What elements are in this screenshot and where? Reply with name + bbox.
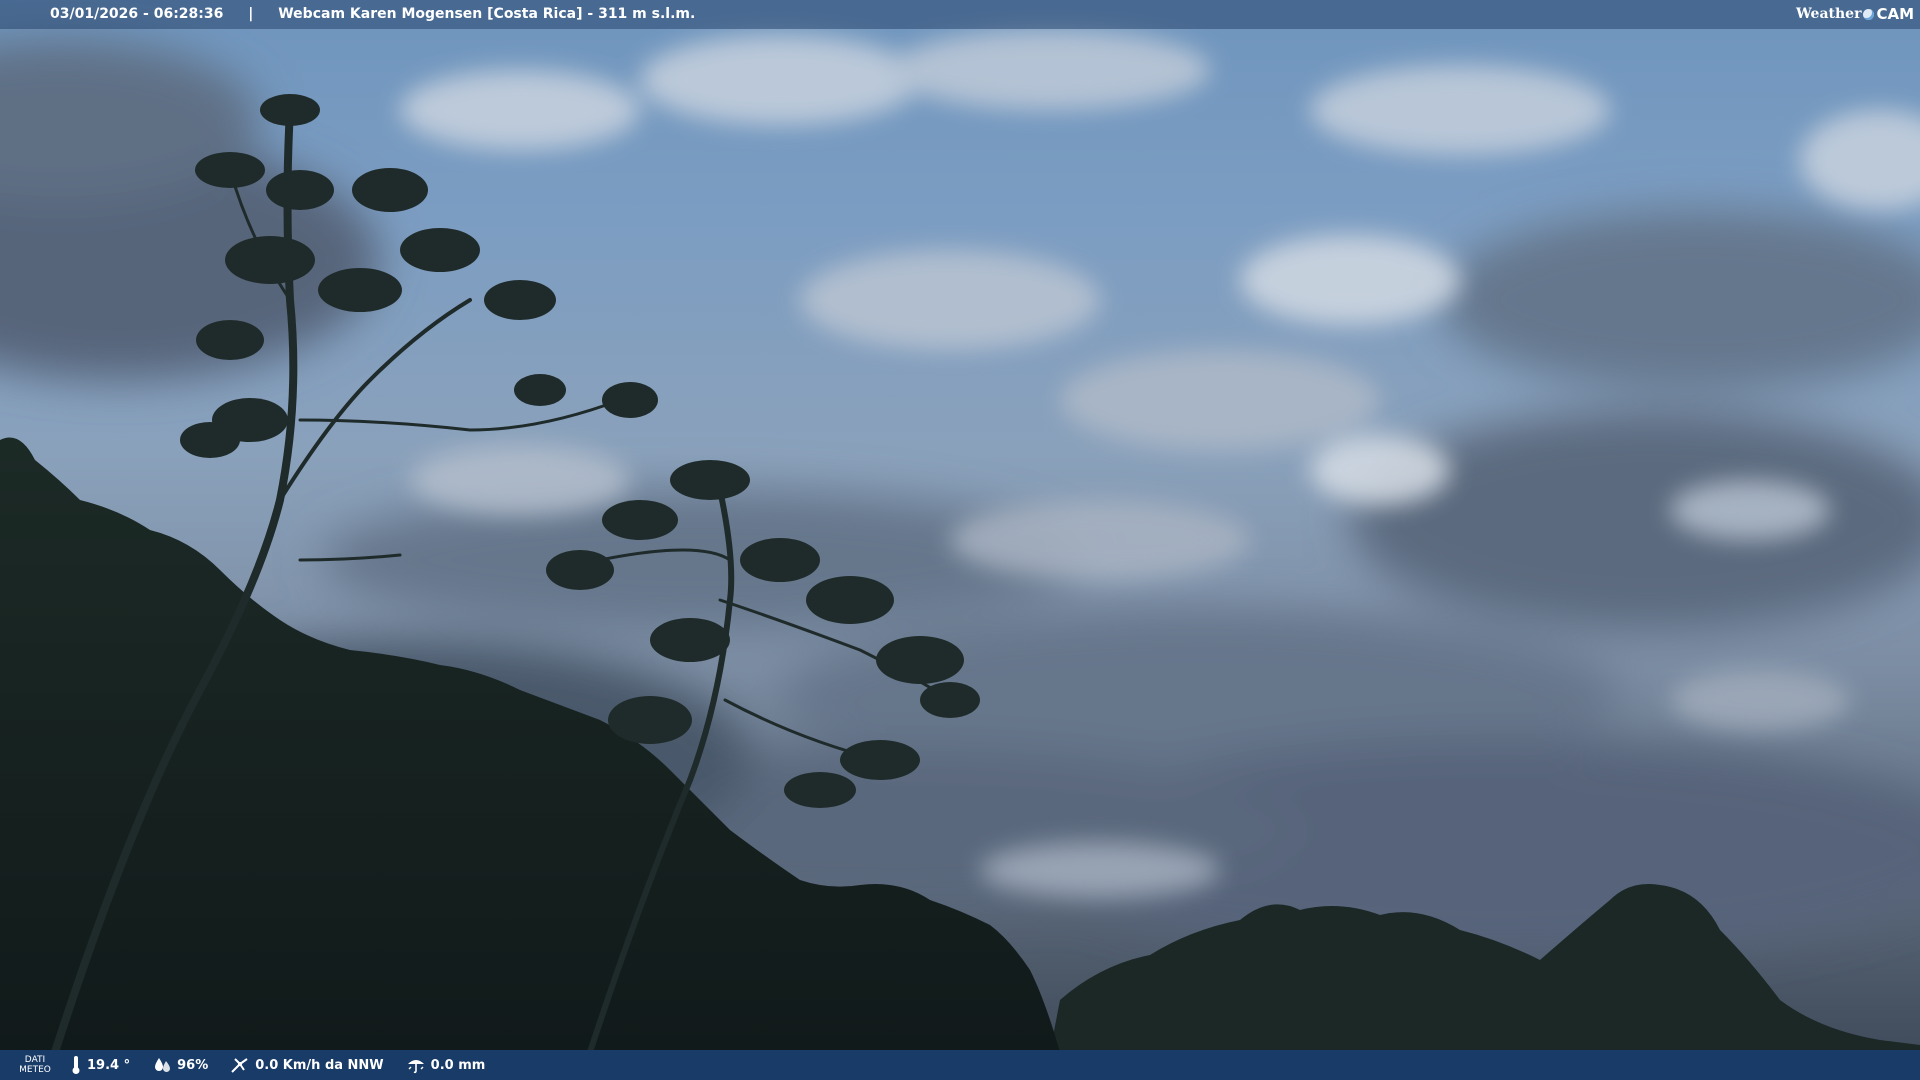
weather-data-bar: DATI METEO 19.4 ° 96% 0.0 Km/h da NNW 0.… <box>0 1050 1920 1080</box>
temperature-value: 19.4 ° <box>87 1057 131 1073</box>
brand-left: Weather <box>1795 6 1862 22</box>
rain-stat: 0.0 mm <box>406 1056 486 1074</box>
brand-right: CAM <box>1876 5 1914 23</box>
humidity-icon <box>155 1058 171 1072</box>
caption-separator: | <box>248 6 254 22</box>
weather-label: DATI METEO <box>0 1055 70 1075</box>
webcam-image <box>0 0 1920 1080</box>
wind-stat: 0.0 Km/h da NNW <box>230 1056 384 1074</box>
scene-illustration <box>0 30 1920 1056</box>
top-overlay-bar: 03/01/2026 - 06:28:36 | Webcam Karen Mog… <box>0 0 1920 29</box>
wind-value: 0.0 Km/h da NNW <box>255 1057 384 1073</box>
humidity-value: 96% <box>177 1057 209 1073</box>
webcam-frame: 03/01/2026 - 06:28:36 | Webcam Karen Mog… <box>0 0 1920 1080</box>
overlay-caption: 03/01/2026 - 06:28:36 | Webcam Karen Mog… <box>50 0 695 29</box>
altitude: - 311 m s.l.m. <box>587 6 696 22</box>
humidity-stat: 96% <box>152 1056 208 1074</box>
tall-tree-left-leaves <box>180 94 658 458</box>
temperature-stat: 19.4 ° <box>70 1055 130 1075</box>
rain-value: 0.0 mm <box>430 1057 486 1073</box>
webcam-name: Webcam Karen Mogensen [Costa Rica] <box>278 6 583 22</box>
timestamp: 03/01/2026 - 06:28:36 <box>50 6 224 22</box>
weathercam-logo: Weather CAM <box>1796 0 1914 29</box>
weather-label-line1: DATI <box>24 1055 46 1065</box>
weather-label-line2: METEO <box>19 1065 51 1075</box>
rain-icon <box>407 1060 424 1074</box>
thermometer-icon <box>72 1056 80 1074</box>
wind-icon <box>231 1058 248 1073</box>
globe-icon <box>1863 9 1875 20</box>
